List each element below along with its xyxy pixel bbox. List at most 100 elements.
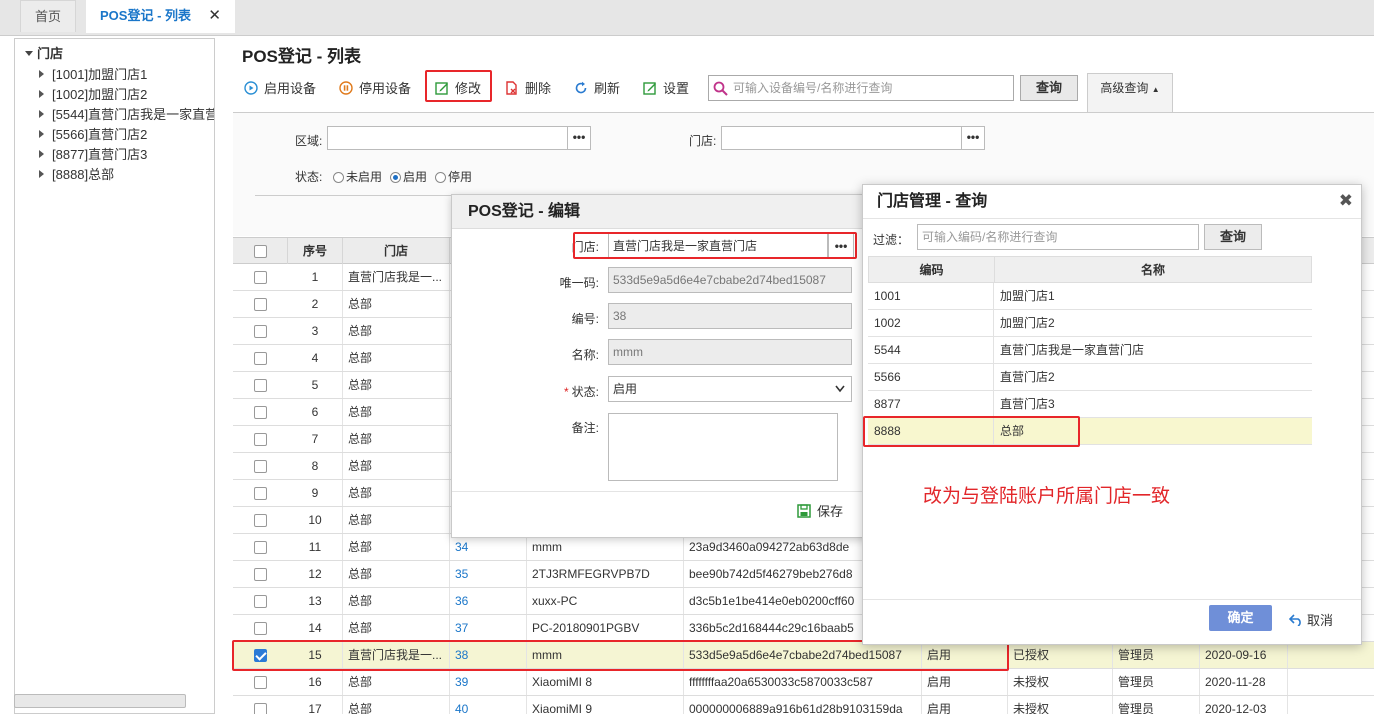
status-label: 状态: — [295, 170, 323, 184]
tree-item-8877[interactable]: [8877]直营门店3 — [39, 144, 214, 163]
chevron-right-icon[interactable] — [39, 110, 44, 118]
chevron-right-icon[interactable] — [39, 70, 44, 78]
refresh-button[interactable]: 刷新 — [574, 78, 620, 100]
lookup-dialog-title: 门店管理 - 查询 — [863, 185, 1361, 219]
tab-home[interactable]: 首页 — [20, 0, 76, 32]
edit-status-label: * 状态: — [563, 385, 599, 399]
status-option-inactive[interactable]: 未启用 — [333, 168, 382, 185]
tree-item-1002[interactable]: [1002]加盟门店2 — [39, 84, 214, 103]
search-button[interactable]: 查询 — [1020, 75, 1078, 101]
table-row[interactable]: 17 总部 40 XiaomiMI 9 000000006889a916b61d28b9… — [233, 696, 1374, 714]
filter-label: 过滤： — [873, 233, 910, 247]
edit-name-field[interactable]: mmm — [608, 339, 852, 365]
radio-checked-icon[interactable] — [390, 172, 401, 183]
edit-uid-field[interactable]: 533d5e9a5d6e4e7cbabe2d74bed15087 — [608, 267, 852, 293]
row-checkbox[interactable] — [254, 541, 267, 554]
caret-up-icon: ▲ — [1151, 85, 1160, 94]
edit-status-select[interactable]: 启用 — [608, 376, 852, 402]
area-input[interactable] — [327, 126, 569, 150]
chevron-down-icon — [835, 385, 845, 393]
settings-button[interactable]: 设置 — [643, 78, 689, 100]
undo-icon — [1288, 614, 1301, 627]
row-checkbox[interactable] — [254, 325, 267, 338]
lookup-row[interactable]: 5544 直营门店我是一家直营门店 — [868, 337, 1312, 364]
tree-item-5544[interactable]: [5544]直营门店我是一家直营门店 — [39, 104, 214, 123]
chevron-right-icon[interactable] — [39, 90, 44, 98]
cancel-button[interactable]: 取消 — [1288, 610, 1333, 629]
row-checkbox[interactable] — [254, 271, 267, 284]
tab-pos-list-label: POS登记 - 列表 — [100, 8, 192, 23]
status-option-disabled[interactable]: 停用 — [435, 168, 472, 185]
edit-no-label: 编号: — [571, 312, 599, 326]
tree-item-5566[interactable]: [5566]直营门店2 — [39, 124, 214, 143]
edit-remark-label: 备注: — [571, 421, 599, 435]
radio-icon[interactable] — [435, 172, 446, 183]
save-icon — [797, 504, 811, 518]
lookup-row[interactable]: 1002 加盟门店2 — [868, 310, 1312, 337]
highlight-selected-store — [863, 416, 1080, 447]
divider — [863, 599, 1361, 600]
row-checkbox[interactable] — [254, 352, 267, 365]
edit-name-label: 名称: — [571, 348, 599, 362]
pause-circle-icon — [339, 81, 353, 95]
device-search-input[interactable]: 可输入设备编号/名称进行查询 — [708, 75, 1014, 101]
chevron-right-icon[interactable] — [39, 130, 44, 138]
row-checkbox[interactable] — [254, 622, 267, 635]
row-checkbox[interactable] — [254, 379, 267, 392]
lookup-search-button[interactable]: 查询 — [1204, 224, 1262, 250]
table-row[interactable]: 16 总部 39 XiaomiMI 8 ffffffffaa20a6530033c587… — [233, 669, 1374, 696]
tree-item-8888[interactable]: [8888]总部 — [39, 164, 214, 183]
store-input[interactable] — [721, 126, 963, 150]
close-icon[interactable]: ✖ — [1339, 191, 1353, 211]
row-checkbox[interactable] — [254, 487, 267, 500]
radio-icon[interactable] — [333, 172, 344, 183]
status-option-enabled[interactable]: 启用 — [390, 168, 427, 185]
row-checkbox[interactable] — [254, 406, 267, 419]
tree-item-1001[interactable]: [1001]加盟门店1 — [39, 64, 214, 83]
enable-device-button[interactable]: 启用设备 — [244, 78, 316, 100]
chevron-down-icon — [25, 51, 33, 56]
header-store: 门店 — [343, 238, 450, 264]
row-checkbox[interactable] — [254, 433, 267, 446]
header-select-all[interactable] — [233, 238, 288, 264]
refresh-icon — [575, 81, 587, 94]
row-checkbox[interactable] — [254, 460, 267, 473]
filter-input[interactable]: 可输入编码/名称进行查询 — [917, 224, 1199, 250]
annotation-text: 改为与登陆账户所属门店一致 — [923, 486, 1171, 507]
row-checkbox[interactable] — [254, 298, 267, 311]
delete-file-icon — [506, 81, 517, 95]
edit-remark-textarea[interactable] — [608, 413, 838, 481]
store-picker-button[interactable]: ••• — [961, 126, 985, 150]
lookup-table-header: 编码 名称 — [868, 256, 1312, 283]
disable-device-button[interactable]: 停用设备 — [339, 78, 411, 100]
row-checkbox[interactable] — [254, 703, 267, 714]
ok-button[interactable]: 确定 — [1209, 605, 1272, 631]
row-checkbox[interactable] — [254, 595, 267, 608]
store-tree-sidebar: 门店 [1001]加盟门店1 [1002]加盟门店2 [5544]直营门店我是一… — [14, 38, 215, 714]
checkbox[interactable] — [254, 245, 267, 258]
save-button[interactable]: 保存 — [797, 501, 843, 520]
row-checkbox[interactable] — [254, 676, 267, 689]
delete-button[interactable]: 删除 — [505, 78, 551, 100]
row-checkbox[interactable] — [254, 568, 267, 581]
divider — [452, 491, 867, 492]
area-label: 区域: — [295, 134, 323, 148]
tree-root-store[interactable]: 门店 — [25, 43, 63, 62]
advanced-search-button[interactable]: 高级查询 ▲ — [1087, 73, 1173, 113]
sidebar-scrollbar[interactable] — [14, 694, 186, 708]
chevron-right-icon[interactable] — [39, 150, 44, 158]
lookup-row[interactable]: 5566 直营门店2 — [868, 364, 1312, 391]
lookup-row[interactable]: 8877 直营门店3 — [868, 391, 1312, 418]
edit-dialog-title: POS登记 - 编辑 — [452, 195, 867, 229]
highlight-store-field — [573, 232, 857, 259]
edit-no-field[interactable]: 38 — [608, 303, 852, 329]
row-checkbox[interactable] — [254, 514, 267, 527]
store-lookup-dialog: 门店管理 - 查询 ✖ 过滤： 可输入编码/名称进行查询 查询 编码 名称 10… — [862, 184, 1362, 645]
tab-pos-list[interactable]: POS登记 - 列表 ✕ — [86, 0, 235, 33]
close-icon[interactable]: ✕ — [208, 0, 221, 32]
header-code: 编码 — [869, 257, 995, 283]
tab-bar: 首页 POS登记 - 列表 ✕ — [0, 0, 1374, 36]
area-picker-button[interactable]: ••• — [567, 126, 591, 150]
lookup-row[interactable]: 1001 加盟门店1 — [868, 283, 1312, 310]
chevron-right-icon[interactable] — [39, 170, 44, 178]
